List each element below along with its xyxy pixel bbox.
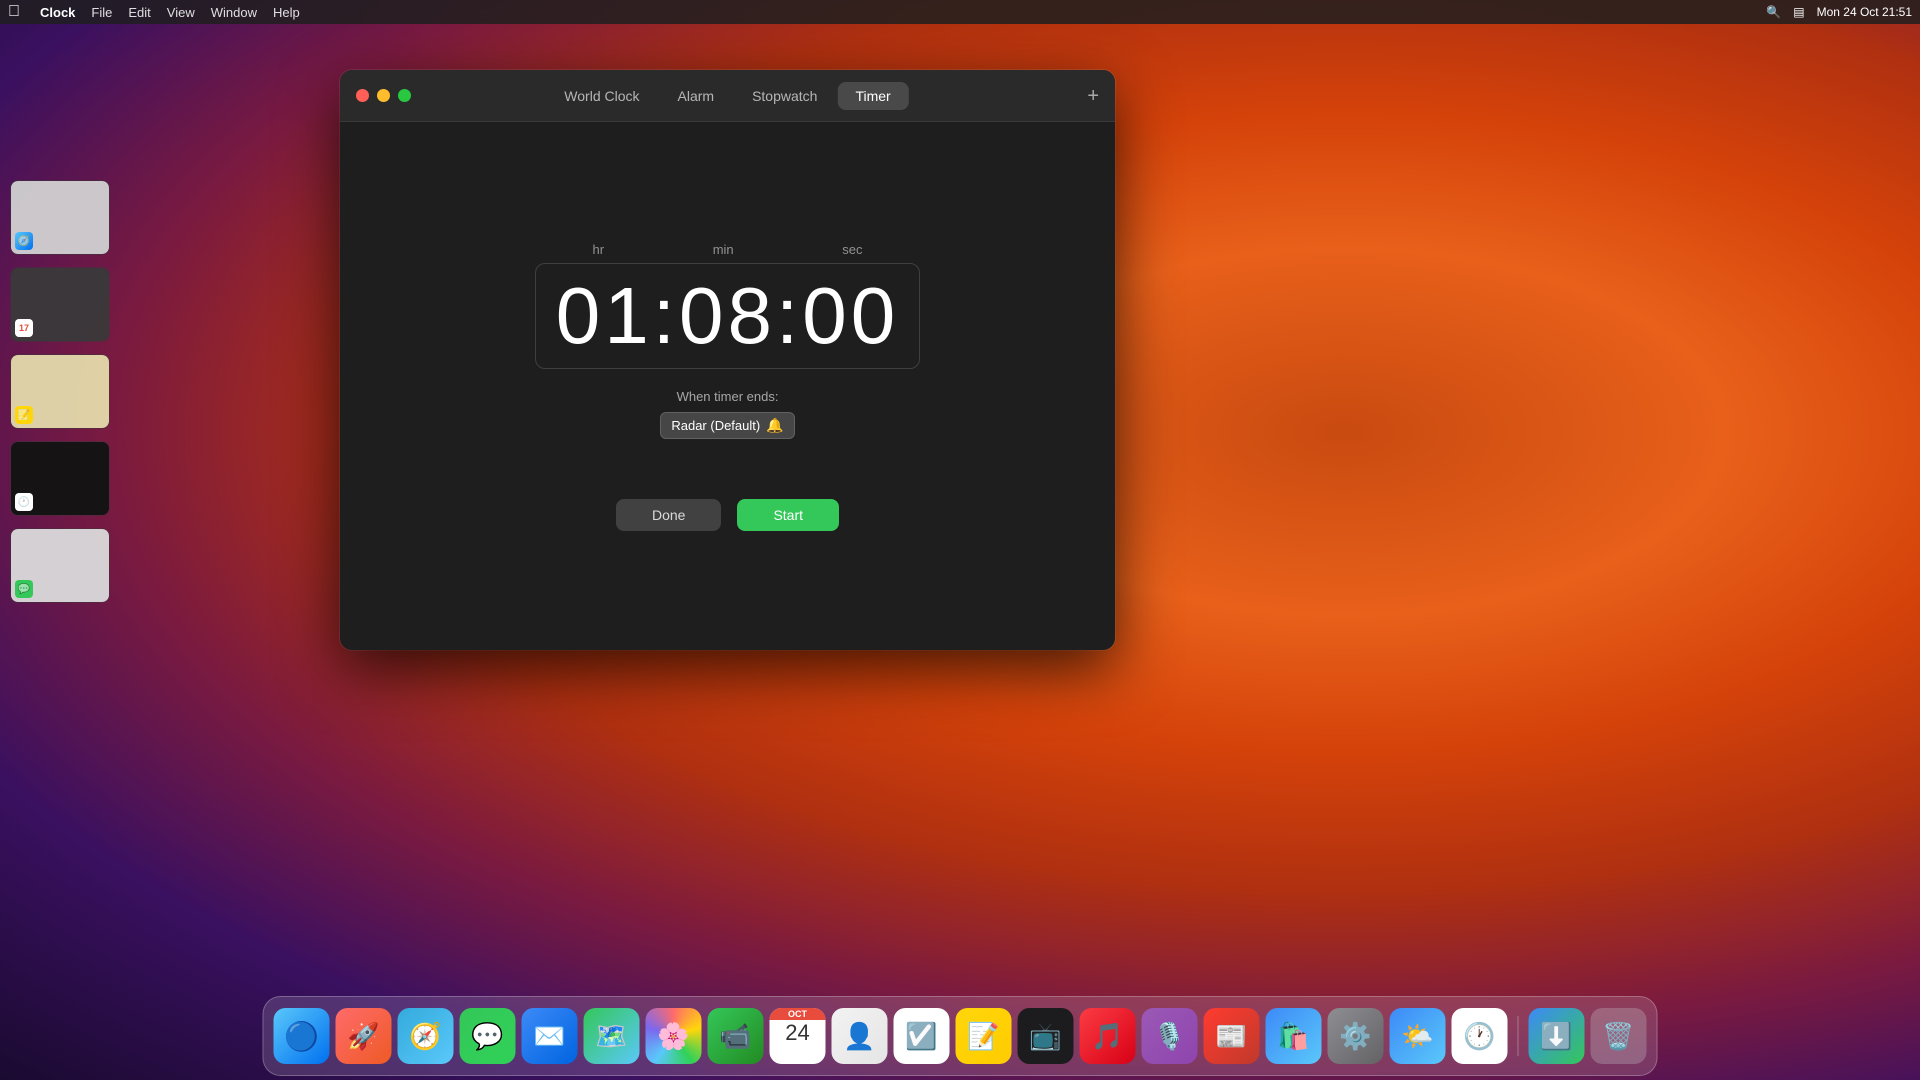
menu-help[interactable]: Help [273,5,300,20]
start-button[interactable]: Start [737,499,839,531]
minimize-button[interactable] [377,89,390,102]
calendar-month: OCT [770,1008,826,1020]
close-button[interactable] [356,89,369,102]
timer-content: hr min sec 01:08:00 When timer ends: Rad… [340,122,1115,650]
dock-mail[interactable]: ✉️ [522,1008,578,1064]
sound-selector[interactable]: Radar (Default) 🔔 [660,412,794,439]
title-bar: World Clock Alarm Stopwatch Timer + [340,70,1115,122]
sidebar-safari-icon: 🧭 [15,232,33,250]
window-controls [356,89,411,102]
sidebar-thumb-notes[interactable]: 📝 [10,354,110,429]
timer-labels: hr min sec [573,242,883,257]
dock-weather[interactable]: 🌤️ [1390,1008,1446,1064]
when-timer-ends-label: When timer ends: [677,389,779,404]
menu-search-icon[interactable]: 🔍 [1766,5,1781,19]
sidebar-thumb-safari[interactable]: 🧭 [10,180,110,255]
sound-label: Radar (Default) [671,418,760,433]
sec-label: sec [842,242,862,257]
dock-finder[interactable]: 🔵 [274,1008,330,1064]
dock-maps[interactable]: 🗺️ [584,1008,640,1064]
tab-timer[interactable]: Timer [837,82,908,110]
sidebar-messages-icon: 💬 [15,580,33,598]
dock-podcasts[interactable]: 🎙️ [1142,1008,1198,1064]
timer-display-wrapper[interactable]: 01:08:00 [535,263,920,369]
clock-window: World Clock Alarm Stopwatch Timer + hr m… [340,70,1115,650]
tab-world-clock[interactable]: World Clock [546,82,657,110]
hr-label: hr [593,242,605,257]
dock-notes[interactable]: 📝 [956,1008,1012,1064]
menu-view[interactable]: View [167,5,195,20]
sidebar-thumb-notes2[interactable]: 💬 [10,528,110,603]
dock-clock[interactable]: 🕐 [1452,1008,1508,1064]
desktop:  Clock File Edit View Window Help 🔍 ▤ M… [0,0,1920,1080]
dock-downloads[interactable]: ⬇️ [1529,1008,1585,1064]
menu-app-name[interactable]: Clock [40,5,75,20]
maximize-button[interactable] [398,89,411,102]
sidebar-notes-icon: 📝 [15,406,33,424]
menu-window[interactable]: Window [211,5,257,20]
dock-trash[interactable]: 🗑️ [1591,1008,1647,1064]
dock-launchpad[interactable]: 🚀 [336,1008,392,1064]
dock-appletv[interactable]: 📺 [1018,1008,1074,1064]
timer-display[interactable]: 01:08:00 [556,272,899,360]
dock-news[interactable]: 📰 [1204,1008,1260,1064]
tab-stopwatch[interactable]: Stopwatch [734,82,835,110]
done-button[interactable]: Done [616,499,721,531]
menu-file[interactable]: File [91,5,112,20]
apple-menu[interactable]:  [8,3,20,21]
dock-calendar[interactable]: OCT 24 [770,1008,826,1064]
tab-alarm[interactable]: Alarm [660,82,733,110]
min-label: min [713,242,734,257]
dock-facetime[interactable]: 📹 [708,1008,764,1064]
sidebar-thumb-clock[interactable]: 🕐 [10,441,110,516]
dock-safari[interactable]: 🧭 [398,1008,454,1064]
dock-divider [1518,1016,1519,1056]
sidebar-thumb-calendar[interactable]: 17 [10,267,110,342]
menu-datetime: Mon 24 Oct 21:51 [1817,5,1912,19]
calendar-day: 24 [785,1020,809,1046]
menu-edit[interactable]: Edit [128,5,150,20]
menu-bar-right: 🔍 ▤ Mon 24 Oct 21:51 [1766,5,1912,19]
tab-bar: World Clock Alarm Stopwatch Timer [546,82,908,110]
sound-emoji: 🔔 [766,417,783,434]
dock-messages[interactable]: 💬 [460,1008,516,1064]
dock-photos[interactable]: 🌸 [646,1008,702,1064]
menu-bar-left:  Clock File Edit View Window Help [8,3,300,21]
menu-bar:  Clock File Edit View Window Help 🔍 ▤ M… [0,0,1920,24]
sidebar-calendar-icon: 17 [15,319,33,337]
sidebar: 🧭 17 📝 🕐 💬 [0,30,120,990]
button-row: Done Start [616,499,839,531]
dock-reminders[interactable]: ☑️ [894,1008,950,1064]
add-button[interactable]: + [1087,86,1099,106]
dock-settings[interactable]: ⚙️ [1328,1008,1384,1064]
dock-contacts[interactable]: 👤 [832,1008,888,1064]
sidebar-clock-icon: 🕐 [15,493,33,511]
menu-control-center[interactable]: ▤ [1793,5,1804,19]
dock-music[interactable]: 🎵 [1080,1008,1136,1064]
dock: 🔵 🚀 🧭 💬 ✉️ 🗺️ 🌸 📹 [263,996,1658,1076]
dock-appstore[interactable]: 🛍️ [1266,1008,1322,1064]
